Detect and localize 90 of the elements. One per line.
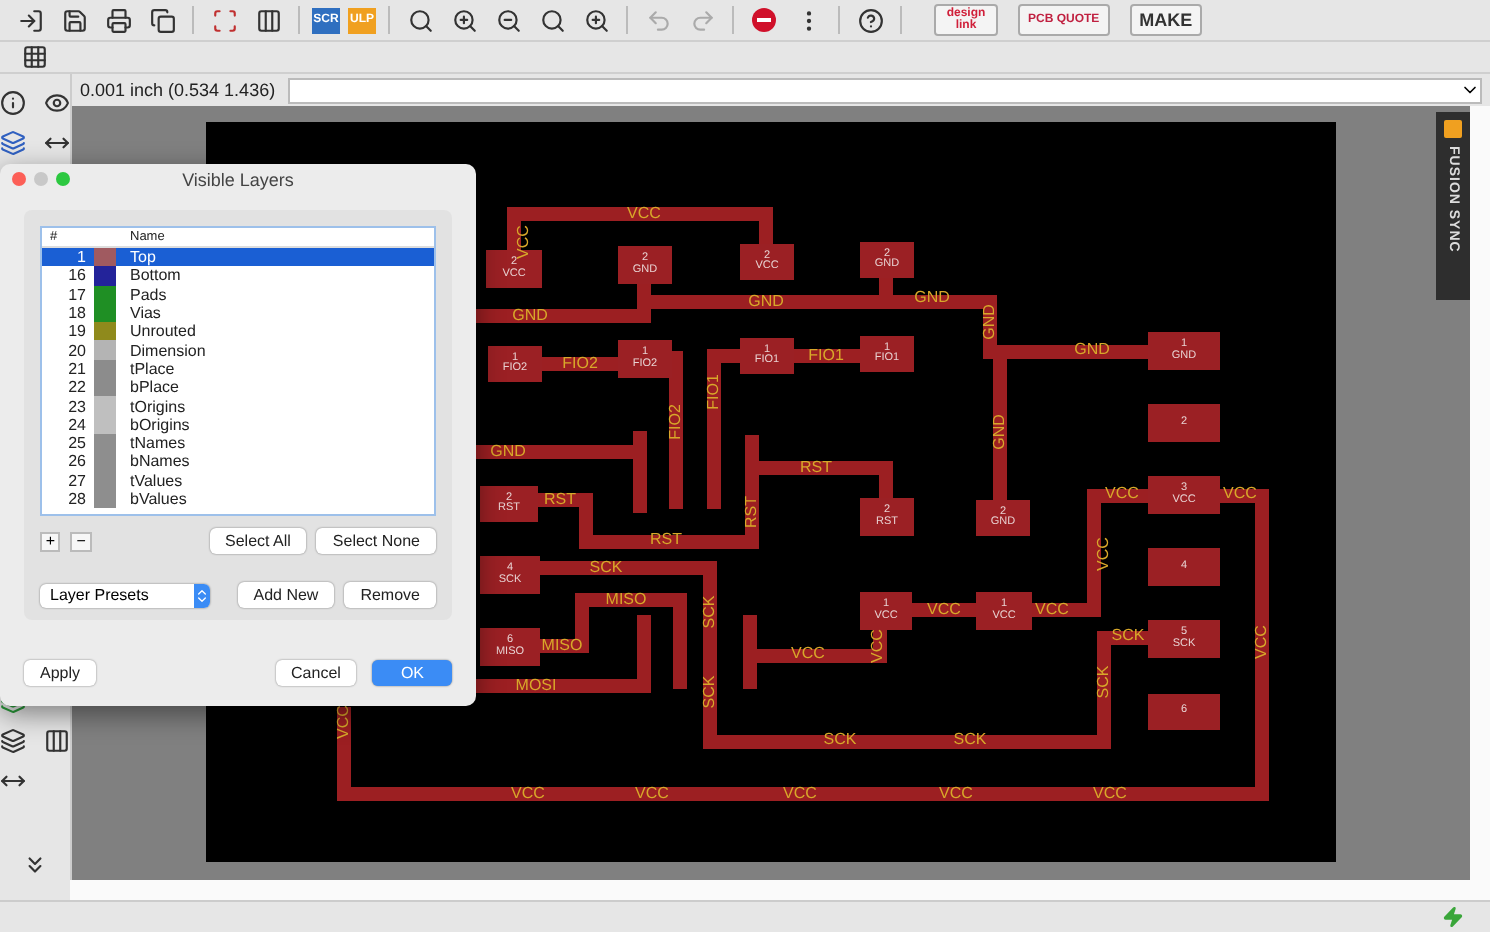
layer-number: 28 — [66, 490, 88, 508]
layer-name: Unrouted — [128, 322, 198, 341]
layer-number: 23 — [66, 397, 88, 416]
add-new-button[interactable]: Add New — [237, 582, 335, 608]
info-icon[interactable] — [0, 86, 31, 118]
horizontal-scrollbar[interactable] — [70, 880, 1490, 900]
net-label: MISO — [605, 592, 647, 608]
layer-name: bPlace — [128, 378, 181, 397]
cancel-button[interactable]: Cancel — [275, 660, 357, 686]
net-label: SCK — [702, 595, 718, 629]
stop-icon[interactable] — [746, 4, 782, 36]
coordinate-readout: 0.001 inch (0.534 1.436) — [80, 80, 276, 100]
layer-name: tPlace — [128, 359, 177, 378]
net-label: GND — [992, 414, 1008, 450]
layer-number: 27 — [66, 471, 88, 490]
net-label: VCC — [336, 705, 352, 739]
layer-name: Dimension — [128, 341, 208, 360]
layer-name: bValues — [128, 490, 189, 508]
layer-number: 26 — [66, 452, 88, 471]
net-label: RST — [800, 460, 832, 476]
layer-number: 22 — [66, 378, 88, 397]
net-label: VCC — [1105, 486, 1139, 502]
net-label: VCC — [511, 786, 545, 802]
layer-name: Vias — [128, 304, 163, 323]
net-label: SCK — [702, 675, 718, 709]
net-label: VCC — [627, 206, 661, 222]
layer-name: bNames — [128, 452, 192, 471]
net-label: VCC — [1223, 486, 1257, 502]
layer-name: Pads — [128, 285, 169, 304]
select-all-button[interactable]: Select All — [209, 528, 307, 554]
net-label: GND — [490, 444, 526, 460]
dialog-title: Visible Layers — [182, 169, 294, 189]
net-label: VCC — [791, 646, 825, 662]
command-field[interactable] — [287, 77, 1482, 103]
net-label: GND — [748, 294, 784, 310]
net-label: SCK — [823, 732, 857, 748]
net-label: VCC — [1093, 786, 1127, 802]
net-label: VCC — [927, 602, 961, 618]
layer-number: 18 — [66, 304, 88, 323]
net-label: VCC — [783, 786, 817, 802]
updown-icon — [193, 583, 210, 607]
net-label: FIO1 — [808, 348, 844, 364]
net-label: SCK — [1111, 628, 1145, 644]
layer-number: 19 — [66, 322, 88, 341]
net-label: FIO2 — [562, 356, 598, 372]
net-label: SCK — [953, 732, 987, 748]
layer-name: Bottom — [128, 266, 183, 285]
net-label: SCK — [589, 560, 623, 576]
layer-name: tNames — [128, 434, 188, 453]
layer-number: 16 — [66, 266, 88, 285]
net-label: FIO2 — [668, 404, 684, 440]
layer-number: 25 — [66, 434, 88, 453]
net-label: FIO1 — [706, 374, 722, 410]
layer-name: tOrigins — [128, 397, 186, 416]
vertical-scrollbar[interactable] — [1470, 106, 1490, 880]
remove-layer-button[interactable]: − — [70, 531, 92, 551]
net-label: VCC — [635, 786, 669, 802]
layer-name: Top — [128, 248, 158, 267]
layer-name: bOrigins — [128, 415, 192, 434]
net-label: VCC — [516, 225, 532, 259]
make-button[interactable]: MAKE — [1129, 4, 1203, 36]
select-none-button[interactable]: Select None — [316, 528, 436, 554]
net-label: RST — [744, 496, 760, 528]
net-label: GND — [1074, 342, 1110, 358]
net-label: VCC — [1035, 602, 1069, 618]
net-label: VCC — [1254, 625, 1270, 659]
layer-name: tValues — [128, 471, 185, 490]
net-label: RST — [544, 492, 576, 508]
remove-button[interactable]: Remove — [344, 582, 436, 608]
net-label: VCC — [939, 786, 973, 802]
net-label: MOSI — [515, 678, 557, 694]
layer-number: 1 — [75, 248, 88, 267]
net-label: SCK — [1096, 665, 1112, 699]
close-icon[interactable] — [12, 172, 26, 186]
add-layer-button[interactable]: + — [40, 531, 61, 551]
layer-number: 24 — [66, 415, 88, 434]
net-label: GND — [982, 304, 998, 340]
net-label: GND — [512, 308, 548, 324]
net-label: VCC — [1096, 537, 1112, 571]
stack-icon[interactable] — [0, 724, 31, 756]
layer-presets-dropdown[interactable]: Layer Presets — [40, 583, 210, 607]
apply-button[interactable]: Apply — [24, 660, 97, 686]
net-label: RST — [650, 532, 682, 548]
net-label: MISO — [541, 638, 583, 654]
layer-number: 21 — [66, 359, 88, 378]
layer-row[interactable]: 1 Top — [42, 248, 434, 267]
net-label: VCC — [870, 629, 886, 663]
layer-number: 20 — [66, 341, 88, 360]
layer-number: 17 — [66, 285, 88, 304]
layers-icon[interactable] — [0, 126, 31, 158]
